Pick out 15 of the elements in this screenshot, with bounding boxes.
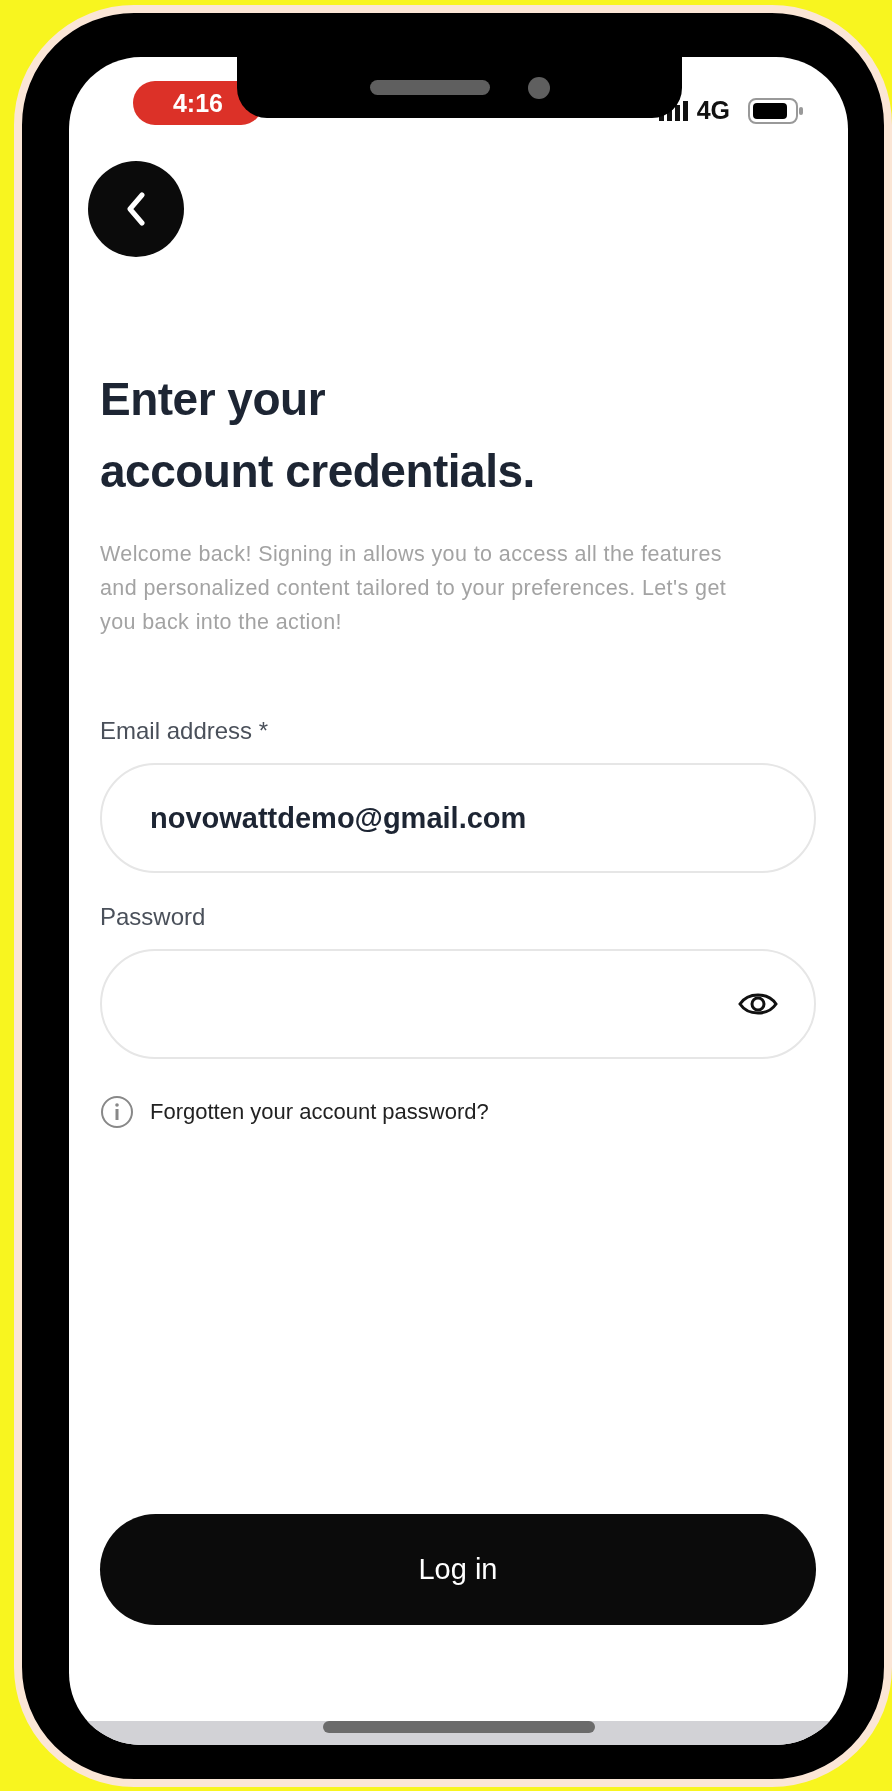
- welcome-text: Welcome back! Signing in allows you to access all the features and personalized content tailored to your preferences. Let's get you back into the action!: [100, 541, 728, 636]
- battery-icon: [748, 97, 804, 124]
- email-field[interactable]: novowattdemo@gmail.com: [100, 763, 816, 873]
- email-label: Email address *: [100, 717, 270, 745]
- info-icon: [100, 1095, 134, 1129]
- speaker-icon: [369, 80, 490, 95]
- page-title: Enter your account credentials.: [100, 372, 536, 499]
- forgot-password-link[interactable]: Forgotten your account password?: [150, 1099, 489, 1125]
- password-field[interactable]: [100, 949, 816, 1059]
- signal-icon: [658, 100, 689, 121]
- camera-icon: [527, 76, 550, 99]
- login-button[interactable]: Log in: [100, 1514, 816, 1625]
- chevron-left-icon: [126, 192, 146, 226]
- network-label: 4G: [696, 96, 730, 125]
- password-label: Password: [100, 903, 207, 931]
